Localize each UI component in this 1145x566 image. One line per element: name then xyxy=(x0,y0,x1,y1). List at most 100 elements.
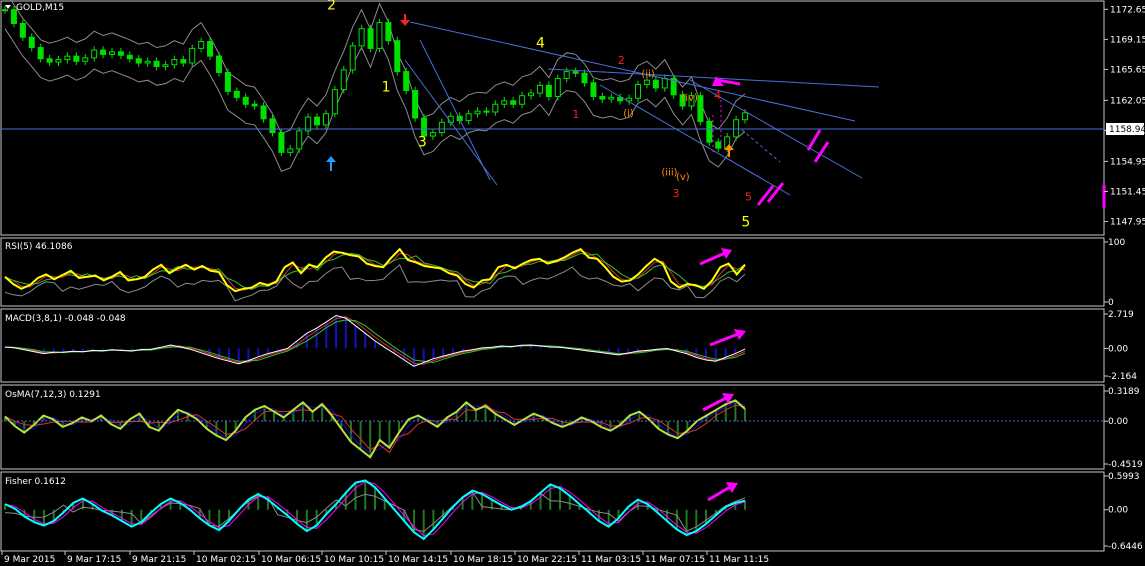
candle-body xyxy=(510,100,517,105)
candle-body xyxy=(706,120,713,143)
current-price-label: 1158.94 xyxy=(1109,125,1145,135)
candle-body xyxy=(46,58,53,63)
candle-body xyxy=(733,119,740,138)
candle-body xyxy=(429,132,436,137)
wave-label: (v) xyxy=(676,172,690,183)
candle-body xyxy=(19,22,26,38)
candle-body xyxy=(349,45,356,71)
wave-label: (iv) xyxy=(681,93,698,104)
x-tick-label: 9 Mar 21:15 xyxy=(132,555,186,565)
y-tick-label: -0.4519 xyxy=(1108,460,1143,470)
candle-body xyxy=(287,148,294,153)
x-tick-label: 11 Mar 11:15 xyxy=(709,555,769,565)
x-tick-label: 9 Mar 17:15 xyxy=(67,555,121,565)
candle-body xyxy=(661,77,668,89)
candle-body xyxy=(314,116,321,126)
candle-body xyxy=(242,96,249,105)
candle-body xyxy=(421,117,428,137)
fisher-title: Fisher 0.1612 xyxy=(5,477,66,487)
candle-body xyxy=(64,55,71,61)
y-tick-label: 1147.95 xyxy=(1110,218,1145,228)
wave-label: 5 xyxy=(741,214,750,230)
candle-body xyxy=(278,132,285,153)
x-tick-label: 9 Mar 2015 xyxy=(4,555,55,565)
candle-body xyxy=(269,118,276,134)
candle-body xyxy=(545,84,552,98)
candle-body xyxy=(608,96,615,100)
candle-body xyxy=(536,84,543,94)
candle-body xyxy=(162,64,169,67)
candle-body xyxy=(501,100,508,105)
y-tick-label: 0.00 xyxy=(1108,345,1128,355)
candle-body xyxy=(438,121,445,134)
y-tick-label: 0 xyxy=(1108,298,1114,308)
candle-body xyxy=(643,79,650,85)
candle-body xyxy=(340,69,347,91)
wave-label: 3 xyxy=(672,187,679,200)
x-tick-label: 10 Mar 06:15 xyxy=(261,555,321,565)
candle-body xyxy=(715,141,722,149)
candle-body xyxy=(73,55,80,62)
candle-body xyxy=(465,113,472,122)
candle-body xyxy=(126,54,133,60)
candle-body xyxy=(215,55,222,73)
rsi-title: RSI(5) 46.1086 xyxy=(5,242,73,252)
candle-body xyxy=(554,77,561,98)
candle-body xyxy=(233,90,240,98)
wave-label: (i) xyxy=(623,108,634,119)
candle-body xyxy=(10,9,17,24)
candle-body xyxy=(100,49,107,55)
candle-body xyxy=(117,51,124,56)
y-tick-label: -0.6446 xyxy=(1108,542,1143,552)
candle-body xyxy=(599,96,606,100)
x-tick-label: 10 Mar 10:15 xyxy=(324,555,384,565)
candle-body xyxy=(189,47,196,64)
candle-body xyxy=(108,51,115,55)
x-tick-label: 11 Mar 07:15 xyxy=(645,555,705,565)
x-tick-label: 11 Mar 03:15 xyxy=(581,555,641,565)
wave-label: 2 xyxy=(327,0,336,14)
osma-title: OsMA(7,12,3) 0.1291 xyxy=(5,390,101,400)
candle-body xyxy=(180,59,187,64)
candle-body xyxy=(251,103,258,107)
candle-body xyxy=(519,95,526,105)
wave-label: 4 xyxy=(536,36,545,52)
candle-body xyxy=(135,58,142,64)
candle-body xyxy=(144,60,151,64)
candle-body xyxy=(331,89,338,115)
candle-body xyxy=(742,112,748,121)
y-tick-label: 1162.05 xyxy=(1110,96,1145,106)
candle-body xyxy=(394,40,401,73)
candle-body xyxy=(171,59,178,66)
wave-label: (ii) xyxy=(641,69,654,80)
y-tick-label: 1172.65 xyxy=(1110,5,1145,15)
y-tick-label: 100 xyxy=(1108,238,1125,248)
candle-body xyxy=(528,92,535,97)
candle-body xyxy=(474,110,481,115)
chart-background xyxy=(0,0,1145,566)
candle-body xyxy=(572,71,579,74)
y-tick-label: 0.00 xyxy=(1108,417,1128,427)
y-tick-label: 1169.15 xyxy=(1110,35,1145,45)
wave-label: 2 xyxy=(618,54,625,67)
x-tick-label: 10 Mar 02:15 xyxy=(196,555,256,565)
y-tick-label: 1165.65 xyxy=(1110,65,1145,75)
wave-label: 5 xyxy=(745,190,752,203)
candle-body xyxy=(563,71,570,79)
candle-body xyxy=(376,22,383,49)
candle-body xyxy=(403,71,410,92)
wave-label: 1 xyxy=(382,79,391,95)
current-price-box: 1158.94 xyxy=(1106,123,1145,135)
x-tick-label: 10 Mar 22:15 xyxy=(517,555,577,565)
candle-body xyxy=(412,90,419,119)
candle-body xyxy=(2,9,8,12)
candle-body xyxy=(296,130,303,150)
candle-body xyxy=(483,110,490,113)
candle-body xyxy=(91,49,98,59)
macd-title: MACD(3,8,1) -0.048 -0.048 xyxy=(5,314,126,324)
x-tick-label: 10 Mar 18:15 xyxy=(453,555,513,565)
candle-body xyxy=(358,28,365,47)
y-tick-label: 1151.45 xyxy=(1110,187,1145,197)
candle-body xyxy=(37,47,44,60)
candle-body xyxy=(581,72,588,84)
